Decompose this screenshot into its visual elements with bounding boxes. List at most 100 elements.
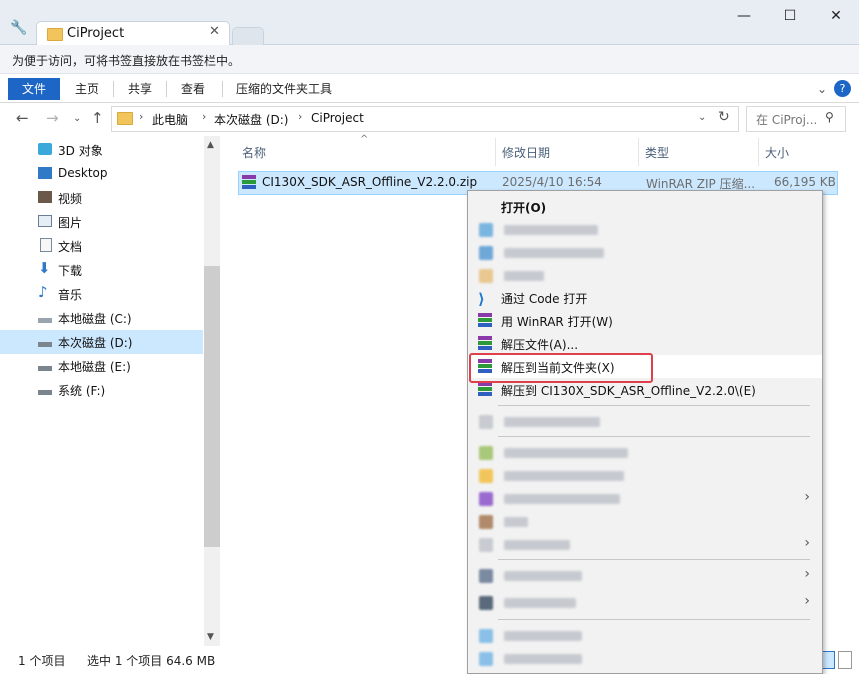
minimize-button[interactable]: — <box>721 0 767 32</box>
forward-icon[interactable]: → <box>46 109 59 127</box>
maximize-button[interactable]: ☐ <box>767 0 813 32</box>
column-header-date[interactable]: 修改日期 <box>502 144 550 161</box>
address-bar[interactable]: › 此电脑 › 本次磁盘 (D:) › CiProject ⌄ ↻ <box>111 106 739 132</box>
close-button[interactable]: ✕ <box>813 0 859 32</box>
blurred-icon <box>479 538 493 552</box>
nav-item-drive-c[interactable]: 本地磁盘 (C:) <box>0 306 203 330</box>
column-header-name[interactable]: 名称 <box>242 144 266 161</box>
details-view-icon[interactable] <box>821 651 835 669</box>
menu-separator <box>498 619 810 620</box>
menu-item-blurred[interactable] <box>468 241 822 264</box>
submenu-arrow-icon: › <box>804 593 810 609</box>
blurred-icon <box>479 492 493 506</box>
menu-item-blurred-submenu[interactable]: › <box>468 487 822 510</box>
menu-item-blurred[interactable] <box>468 264 822 287</box>
menu-item-blurred[interactable] <box>468 441 822 464</box>
column-header-type[interactable]: 类型 <box>645 144 669 161</box>
menu-item-blurred[interactable] <box>468 464 822 487</box>
nav-item-documents[interactable]: 文档 <box>0 234 203 258</box>
ribbon-tab-home[interactable]: 主页 <box>64 78 110 100</box>
menu-item-extract-files[interactable]: 解压文件(A)... <box>468 332 822 355</box>
search-icon: ⚲ <box>825 110 834 124</box>
ribbon-tab-file[interactable]: 文件 <box>8 78 60 100</box>
nav-item-label: Desktop <box>58 166 108 180</box>
nav-item-label: 本地磁盘 (E:) <box>58 360 131 374</box>
menu-item-open[interactable]: 打开(O) <box>468 195 822 218</box>
file-name[interactable]: CI130X_SDK_ASR_Offline_V2.2.0.zip <box>262 175 477 189</box>
breadcrumb-drive-d[interactable]: 本次磁盘 (D:) <box>214 111 288 128</box>
help-icon[interactable]: ? <box>834 80 851 97</box>
address-dropdown-icon[interactable]: ⌄ <box>698 112 706 123</box>
large-icons-view-icon[interactable] <box>838 651 852 669</box>
blurred-icon <box>479 629 493 643</box>
menu-item-open-with-vscode[interactable]: ⟩ 通过 Code 打开 <box>468 286 822 309</box>
menu-item-blurred-submenu[interactable]: › <box>468 533 822 556</box>
nav-pane-scroll-thumb[interactable] <box>204 266 220 547</box>
ribbon-tab-share[interactable]: 共享 <box>117 78 163 100</box>
nav-item-label: 文档 <box>58 240 83 254</box>
menu-item-blurred[interactable] <box>468 647 822 670</box>
up-icon[interactable]: ↑ <box>91 109 104 127</box>
nav-item-downloads[interactable]: ⬇ 下载 <box>0 258 203 282</box>
back-icon[interactable]: ← <box>16 109 29 127</box>
column-divider[interactable] <box>495 138 496 166</box>
menu-item-blurred[interactable] <box>468 218 822 241</box>
nav-item-label: 本地磁盘 (C:) <box>58 312 132 326</box>
nav-item-desktop[interactable]: Desktop <box>0 162 203 186</box>
ribbon-tab-view[interactable]: 查看 <box>170 78 216 100</box>
vscode-icon: ⟩ <box>478 290 485 308</box>
drive-icon <box>38 342 52 347</box>
menu-item-blurred-submenu[interactable]: › <box>468 564 822 587</box>
scroll-down-icon[interactable]: ▼ <box>207 632 214 642</box>
search-input[interactable]: 在 CiProj... <box>756 111 817 128</box>
nav-item-label: 下载 <box>58 264 83 278</box>
blurred-text <box>504 598 576 608</box>
blurred-text <box>504 448 628 458</box>
blurred-text <box>504 540 570 550</box>
ribbon-divider <box>222 81 223 97</box>
chevron-right-icon[interactable]: › <box>139 110 143 123</box>
winrar-icon <box>478 336 492 350</box>
menu-item-blurred[interactable] <box>468 510 822 533</box>
column-divider[interactable] <box>638 138 639 166</box>
status-bar: 1 个项目 选中 1 个项目 64.6 MB <box>0 650 470 672</box>
nav-item-music[interactable]: ♪ 音乐 <box>0 282 203 306</box>
wrench-icon[interactable]: 🔧 <box>10 20 27 36</box>
nav-item-drive-e[interactable]: 本地磁盘 (E:) <box>0 354 203 378</box>
nav-item-videos[interactable]: 视频 <box>0 186 203 210</box>
ribbon-expand-icon[interactable]: ⌄ <box>812 78 832 100</box>
desktop-icon <box>38 167 52 179</box>
recent-locations-icon[interactable]: ⌄ <box>73 113 81 124</box>
menu-item-blurred-submenu[interactable]: › <box>468 591 822 614</box>
new-tab-button[interactable] <box>232 27 264 45</box>
blurred-icon <box>479 652 493 666</box>
tab-ciproject[interactable]: CiProject ✕ <box>36 21 230 46</box>
column-divider[interactable] <box>758 138 759 166</box>
tab-close-button[interactable]: ✕ <box>209 24 220 39</box>
drive-icon <box>38 366 52 371</box>
blurred-icon <box>479 515 493 529</box>
chevron-right-icon[interactable]: › <box>202 110 206 123</box>
breadcrumb-ciproject[interactable]: CiProject <box>311 111 364 125</box>
menu-item-blurred[interactable] <box>468 624 822 647</box>
breadcrumb-this-pc[interactable]: 此电脑 <box>152 111 188 128</box>
scroll-up-icon[interactable]: ▲ <box>207 140 214 150</box>
nav-item-3d-objects[interactable]: 3D 对象 <box>0 138 203 162</box>
menu-item-open-with-winrar[interactable]: 用 WinRAR 打开(W) <box>468 309 822 332</box>
nav-item-drive-f[interactable]: 系统 (F:) <box>0 378 203 402</box>
chevron-right-icon[interactable]: › <box>298 110 302 123</box>
ribbon-divider <box>113 81 114 97</box>
blurred-icon <box>479 469 493 483</box>
nav-item-drive-d[interactable]: 本次磁盘 (D:) <box>0 330 203 354</box>
nav-item-pictures[interactable]: 图片 <box>0 210 203 234</box>
ribbon-tab-compressed-tools[interactable]: 压缩的文件夹工具 <box>228 78 340 100</box>
menu-item-label: 解压文件(A)... <box>501 338 579 352</box>
file-size: 66,195 KB <box>774 175 836 189</box>
context-menu: 打开(O) ⟩ 通过 Code 打开 用 WinRAR 打开(W) 解压文件(A… <box>467 190 823 674</box>
refresh-icon[interactable]: ↻ <box>718 109 730 125</box>
submenu-arrow-icon: › <box>804 489 810 505</box>
menu-item-blurred[interactable] <box>468 410 822 433</box>
column-header-size[interactable]: 大小 <box>765 144 789 161</box>
search-box[interactable]: 在 CiProj... ⚲ <box>746 106 846 132</box>
ribbon-divider <box>166 81 167 97</box>
